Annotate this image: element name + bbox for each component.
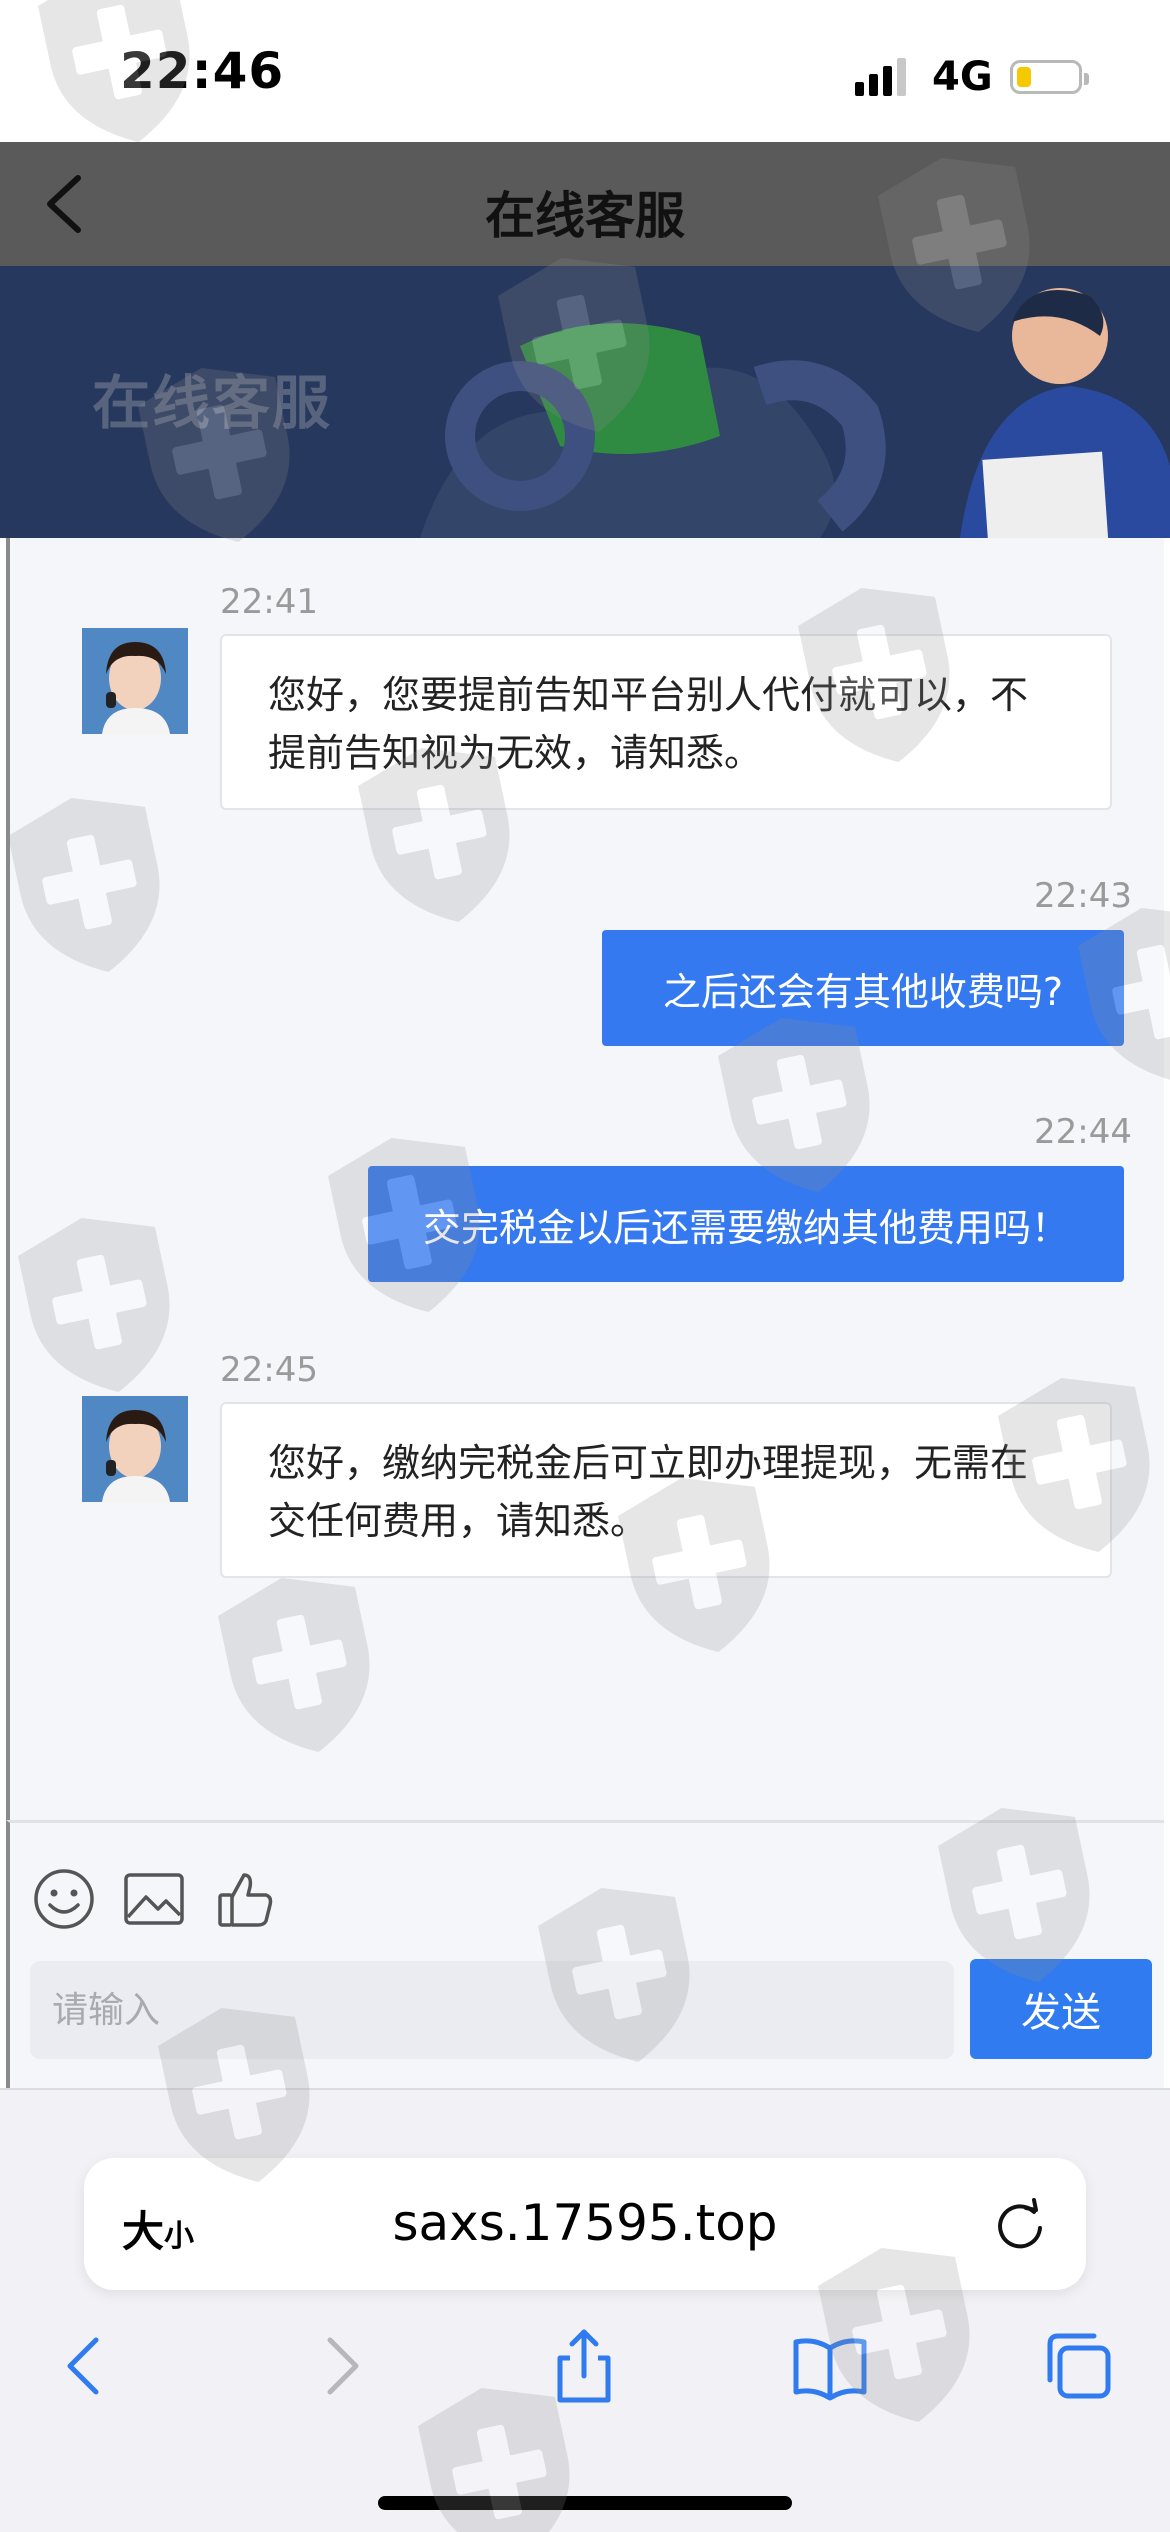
message-text-line: 提前告知视为无效，请知悉。 (268, 731, 763, 775)
home-indicator (378, 2496, 792, 2510)
status-bar: 22:46 4G (0, 0, 1170, 142)
emoji-icon[interactable] (32, 1867, 96, 1931)
address-bar[interactable]: 大小 saxs.17595.top (84, 2158, 1086, 2290)
back-icon[interactable] (48, 2328, 124, 2404)
tabs-icon[interactable] (1040, 2328, 1116, 2404)
battery-icon (1010, 60, 1089, 94)
thumbs-up-icon[interactable] (214, 1867, 278, 1931)
incoming-message: 您好，您要提前告知平台别人代付就可以，不 提前告知视为无效，请知悉。 (220, 634, 1112, 810)
url-text[interactable]: saxs.17595.top (84, 2194, 1086, 2252)
message-time: 22:41 (220, 582, 318, 622)
incoming-message: 您好，缴纳完税金后可立即办理提现，无需在 交任何费用，请知悉。 (220, 1402, 1112, 1578)
message-input[interactable] (30, 1961, 954, 2059)
page-title: 在线客服 (485, 187, 685, 245)
nav-bar: 在线客服 (0, 142, 1170, 266)
send-button[interactable]: 发送 (970, 1959, 1152, 2059)
banner: 在线客服 (0, 266, 1170, 538)
banner-text: 在线客服 (92, 369, 333, 437)
browser-toolbar: 大小 saxs.17595.top (0, 2088, 1170, 2532)
share-icon[interactable] (546, 2328, 622, 2404)
forward-icon[interactable] (302, 2328, 378, 2404)
message-time: 22:45 (220, 1350, 318, 1390)
message-text-line: 交任何费用，请知悉。 (268, 1499, 649, 1543)
agent-avatar (82, 1396, 188, 1502)
reload-icon[interactable] (990, 2194, 1050, 2254)
agent-avatar (82, 628, 188, 734)
image-icon[interactable] (122, 1867, 186, 1931)
network-label: 4G (932, 54, 993, 100)
composer: 发送 (6, 1820, 1164, 2088)
message-time: 22:44 (1034, 1112, 1132, 1152)
message-text-line: 您好，缴纳完税金后可立即办理提现，无需在 (268, 1441, 1029, 1485)
outgoing-message: 之后还会有其他收费吗? (602, 930, 1124, 1046)
chat-area: 22:41 您好，您要提前告知平台别人代付就可以，不 提前告知视为无效，请知悉。… (6, 538, 1164, 1820)
message-text-line: 您好，您要提前告知平台别人代付就可以，不 (268, 673, 1029, 717)
outgoing-message: 交完税金以后还需要缴纳其他费用吗！ (368, 1166, 1124, 1282)
status-time: 22:46 (120, 42, 285, 100)
message-time: 22:43 (1034, 876, 1132, 916)
bookmarks-icon[interactable] (792, 2328, 868, 2404)
signal-icon (855, 58, 906, 96)
